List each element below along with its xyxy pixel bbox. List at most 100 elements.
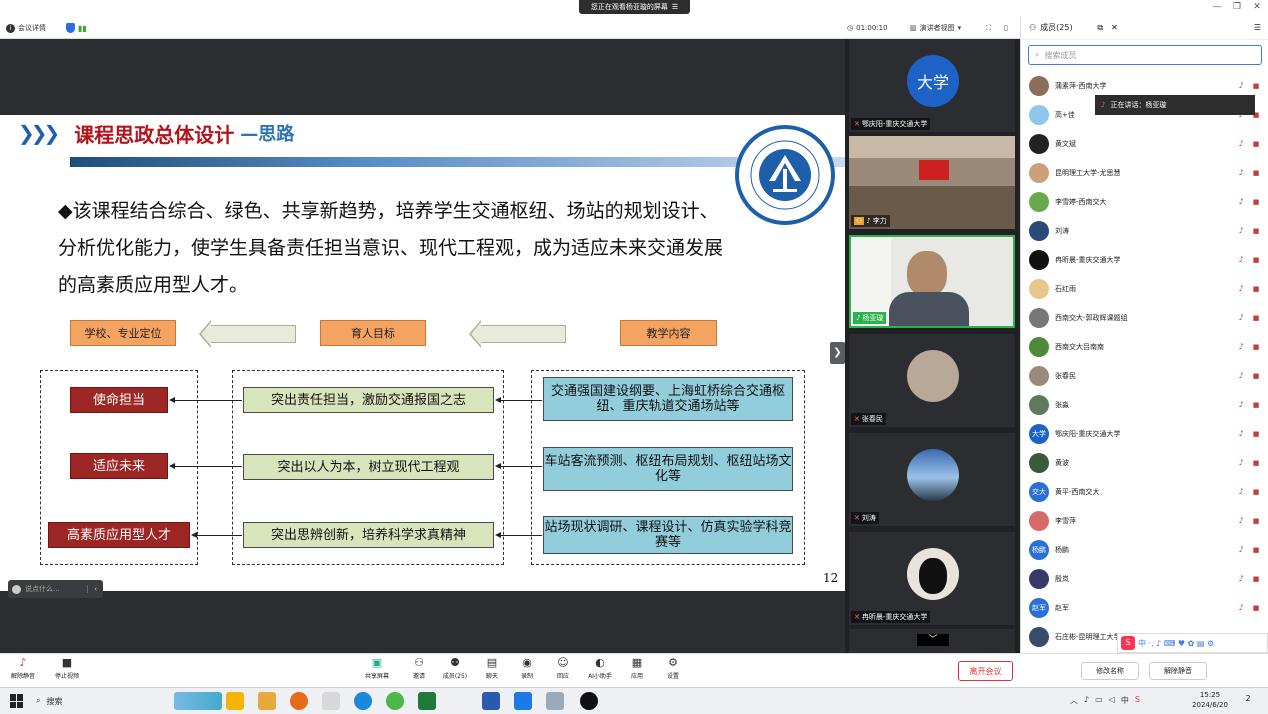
system-tray[interactable]: ︿ ♪ ▭ ◁ 中 S xyxy=(1070,695,1140,706)
unmute-all-button[interactable]: 解除静音 xyxy=(1149,662,1207,680)
share-banner[interactable]: 您正在观看杨亚璇的屏幕 ☰ xyxy=(579,0,690,14)
reaction-label: 回应 xyxy=(556,673,569,680)
popout-icon[interactable]: ⧉ xyxy=(1097,23,1103,33)
expand-panel-button[interactable]: ❯ xyxy=(830,342,845,364)
comment-bar[interactable]: 说点什么... ‹ xyxy=(8,580,103,598)
mic-muted-icon: ♪ xyxy=(1238,196,1244,206)
member-row[interactable]: 石红雨 ♪ ■ xyxy=(1029,274,1261,303)
member-row[interactable]: 黄波 ♪ ■ xyxy=(1029,448,1261,477)
windows-start-icon[interactable] xyxy=(10,694,24,708)
taskbar-search[interactable]: ⌕ 搜索 xyxy=(36,692,166,710)
arrow-row-2a xyxy=(169,463,242,469)
goal-box-1: 突出责任担当，激励交通报国之志 xyxy=(243,387,494,413)
share-screen-label: 共享屏幕 xyxy=(364,673,389,680)
video-tile-5[interactable]: ✕ 刘涛 xyxy=(849,433,1015,526)
university-logo xyxy=(735,125,835,225)
ime-toolbar[interactable]: S 中 ·, ♪ ⌨ ♥ ✿ ▤ ⚙ xyxy=(1117,633,1268,653)
notification-icon[interactable]: 2 xyxy=(1240,694,1256,708)
word-icon[interactable] xyxy=(482,692,500,710)
video-tile-2[interactable]: ⚇ ♪ 李力 xyxy=(849,136,1015,229)
member-row[interactable]: 冉昕晨-重庆交通大学 ♪ ■ xyxy=(1029,245,1261,274)
reaction-button[interactable]: ☺ 回应 xyxy=(546,657,580,685)
taskbar-app-icon-1[interactable] xyxy=(226,692,244,710)
member-row[interactable]: 赵军 赵军 ♪ ■ xyxy=(1029,593,1261,622)
member-row[interactable]: 大学 鄂庆阳-重庆交通大学 ♪ ■ xyxy=(1029,419,1261,448)
member-row[interactable]: 李雪萍 ♪ ■ xyxy=(1029,506,1261,535)
close-panel-icon[interactable]: ✕ xyxy=(1111,23,1118,33)
sidebar-icon: ▯ xyxy=(1004,24,1008,32)
apps-button[interactable]: ▦ 应用 xyxy=(620,657,654,685)
member-row[interactable]: 李雪婷-西南交大 ♪ ■ xyxy=(1029,187,1261,216)
settings-label: 设置 xyxy=(666,673,679,680)
member-avatar: 杨鹏 xyxy=(1029,539,1049,560)
mic-muted-icon: ♪ xyxy=(1238,80,1244,90)
folder-icon[interactable] xyxy=(258,692,276,710)
gear-icon: ⚙ xyxy=(668,656,678,669)
member-search-input[interactable]: ⌕ 搜索成员 xyxy=(1028,45,1262,65)
member-row[interactable]: 交大 黄平-西南交大 ♪ ■ xyxy=(1029,477,1261,506)
hamburger-icon[interactable]: ☰ xyxy=(1254,23,1261,33)
view-mode-dropdown[interactable]: ▥ 演讲者视图 ▾ xyxy=(910,22,961,34)
leave-meeting-button[interactable]: 离开会议 xyxy=(958,661,1013,681)
member-row[interactable]: 殷岚 ♪ ■ xyxy=(1029,564,1261,593)
taskbar-clock[interactable]: 15:25 2024/6/20 xyxy=(1190,690,1230,710)
speaker-body xyxy=(889,292,969,326)
member-row[interactable]: 杨鹏 杨鹏 ♪ ■ xyxy=(1029,535,1261,564)
sogou-icon: S xyxy=(1121,636,1135,650)
arrow-row-3b xyxy=(495,532,542,538)
taskbar-widget-icon[interactable] xyxy=(174,692,222,710)
security-indicator[interactable]: ▮▮ xyxy=(66,22,87,34)
rename-button[interactable]: 修改名称 xyxy=(1081,662,1139,680)
camera-off-icon: ■ xyxy=(1252,487,1260,496)
video-name-3: 杨亚璇 xyxy=(862,314,884,322)
scroll-down-button[interactable]: ﹀ xyxy=(917,634,949,646)
close-button[interactable]: ✕ xyxy=(1250,1,1264,13)
qq-icon[interactable] xyxy=(580,692,598,710)
collapse-icon[interactable]: ‹ xyxy=(87,585,103,593)
taskbar-app-icon-4[interactable] xyxy=(322,692,340,710)
share-screen-button[interactable]: ▣ 共享屏幕 xyxy=(360,657,394,685)
ai-assistant-button[interactable]: ◐ AI小助手 xyxy=(583,657,617,685)
member-row[interactable]: 西南交大吕南南 ♪ ■ xyxy=(1029,332,1261,361)
taskbar-app-icon-8[interactable] xyxy=(546,692,564,710)
member-row[interactable]: 黄文斌 ♪ ■ xyxy=(1029,129,1261,158)
video-tile-4[interactable]: ✕ 张春民 xyxy=(849,334,1015,427)
settings-button[interactable]: ⚙ 设置 xyxy=(656,657,690,685)
invite-button[interactable]: ⚇ 邀请 xyxy=(402,657,436,685)
video-tile-6[interactable]: ✕ 冉昕晨-重庆交通大学 xyxy=(849,532,1015,625)
edge-icon[interactable] xyxy=(354,692,372,710)
members-toolbar-icon: ⚉ xyxy=(450,656,460,669)
member-row[interactable]: 西南交大-郭政辉课题组 ♪ ■ xyxy=(1029,303,1261,332)
taskbar-app-icon-3[interactable] xyxy=(290,692,308,710)
fullscreen-button[interactable]: ⛶ xyxy=(986,22,991,34)
os-taskbar: ⌕ 搜索 ︿ ♪ ▭ ◁ 中 S 15:25 2024/6/20 2 xyxy=(0,687,1268,714)
excel-icon[interactable] xyxy=(418,692,436,710)
camera-off-icon: ■ xyxy=(1252,545,1260,554)
unmute-button[interactable]: ♪ 解除静音 xyxy=(6,657,40,685)
record-button[interactable]: ◉ 录制 xyxy=(510,657,544,685)
meeting-details[interactable]: i 会议详情 xyxy=(6,22,46,34)
chat-button[interactable]: ▤ 聊天 xyxy=(475,657,509,685)
member-name: 黄平-西南交大 xyxy=(1055,487,1100,496)
member-avatar: 交大 xyxy=(1029,481,1049,502)
minimize-button[interactable]: — xyxy=(1210,1,1224,13)
member-row[interactable]: 张春民 ♪ ■ xyxy=(1029,361,1261,390)
video-tile-3[interactable]: ♪ 杨亚璇 xyxy=(849,235,1015,328)
mic-muted-icon: ♪ xyxy=(1238,283,1244,293)
member-row[interactable]: 昆明理工大学-尤思慧 ♪ ■ xyxy=(1029,158,1261,187)
meeting-app-icon[interactable] xyxy=(514,692,532,710)
stop-video-button[interactable]: ■ 停止视频 xyxy=(50,657,84,685)
meeting-toolbar: ♪ 解除静音 ■ 停止视频 ▣ 共享屏幕 ⚇ 邀请 ⚉ 成员(25) ▤ 聊天 ◉ 录制 ☺ 回… xyxy=(0,653,1020,687)
layout-button[interactable]: ▯ xyxy=(1004,22,1008,34)
member-avatar xyxy=(1029,510,1049,531)
member-row[interactable]: 张淼 ♪ ■ xyxy=(1029,390,1261,419)
ie-icon[interactable] xyxy=(386,692,404,710)
camera-off-icon: ■ xyxy=(1252,603,1260,612)
video-tile-1[interactable]: 大学 ✕ 鄂庆阳-重庆交通大学 xyxy=(849,39,1015,132)
member-row[interactable]: 刘涛 ♪ ■ xyxy=(1029,216,1261,245)
restore-button[interactable]: ❐ xyxy=(1230,1,1244,13)
members-button[interactable]: ⚉ 成员(25) xyxy=(438,657,472,685)
clock-date: 2024/6/20 xyxy=(1192,701,1228,709)
header-content: 教学内容 xyxy=(620,320,717,346)
mic-tray-icon: ♪ xyxy=(1084,695,1090,704)
